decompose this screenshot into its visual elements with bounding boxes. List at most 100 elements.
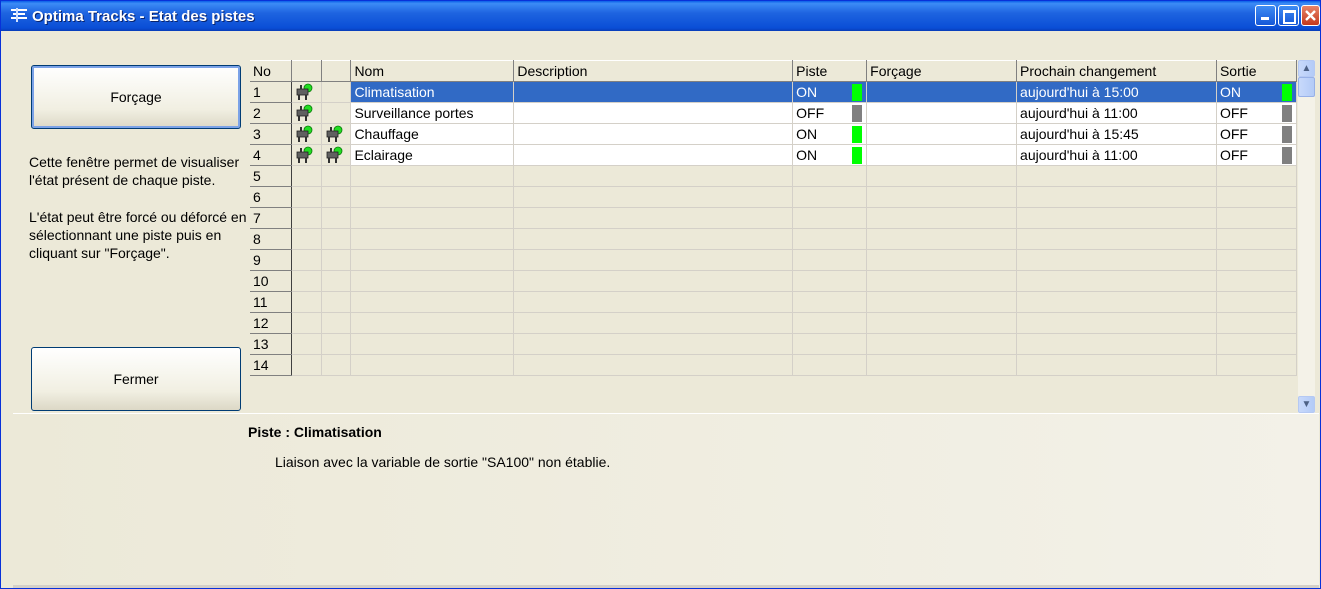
empty-cell[interactable] (792, 333, 868, 355)
empty-cell[interactable] (1016, 291, 1217, 313)
empty-cell[interactable] (792, 354, 868, 376)
table-row[interactable]: 10 (250, 270, 1297, 292)
empty-cell[interactable] (866, 312, 1018, 334)
empty-cell[interactable] (321, 270, 352, 292)
cell-forcage[interactable] (866, 102, 1018, 124)
table-row[interactable]: 12 (250, 312, 1297, 334)
empty-cell[interactable] (350, 354, 515, 376)
empty-cell[interactable] (1016, 186, 1217, 208)
table-row[interactable]: 13 (250, 333, 1297, 355)
fermer-button[interactable]: Fermer (31, 347, 241, 411)
cell-piste[interactable]: ON (792, 123, 868, 145)
empty-cell[interactable] (1016, 165, 1217, 187)
close-button[interactable] (1301, 5, 1320, 26)
empty-cell[interactable] (291, 207, 323, 229)
column-header-nom[interactable]: Nom (350, 60, 515, 82)
empty-cell[interactable] (291, 312, 323, 334)
forcage-button[interactable]: Forçage (31, 65, 241, 129)
cell-description[interactable] (513, 81, 794, 103)
cell-description[interactable] (513, 123, 794, 145)
empty-cell[interactable] (291, 354, 323, 376)
empty-cell[interactable] (321, 186, 352, 208)
table-row[interactable]: 8 (250, 228, 1297, 250)
title-bar[interactable]: Optima Tracks - Etat des pistes (1, 1, 1320, 31)
empty-cell[interactable] (1016, 207, 1217, 229)
empty-cell[interactable] (866, 249, 1018, 271)
empty-cell[interactable] (1216, 165, 1297, 187)
empty-cell[interactable] (291, 270, 323, 292)
table-row[interactable]: 2 Surveillance portes OFF aujourd'hui à 11:… (250, 102, 1297, 124)
empty-cell[interactable] (1216, 249, 1297, 271)
empty-cell[interactable] (866, 333, 1018, 355)
empty-cell[interactable] (350, 207, 515, 229)
empty-cell[interactable] (291, 333, 323, 355)
empty-cell[interactable] (513, 165, 794, 187)
cell-piste[interactable]: ON (792, 81, 868, 103)
cell-prochain[interactable]: aujourd'hui à 11:00 (1016, 102, 1217, 124)
cell-nom[interactable]: Eclairage (350, 144, 515, 166)
cell-nom[interactable]: Chauffage (350, 123, 515, 145)
empty-cell[interactable] (792, 312, 868, 334)
empty-cell[interactable] (866, 186, 1018, 208)
empty-cell[interactable] (1216, 333, 1297, 355)
empty-cell[interactable] (866, 291, 1018, 313)
empty-cell[interactable] (513, 249, 794, 271)
column-header-sortie[interactable]: Sortie (1216, 60, 1297, 82)
maximize-button[interactable] (1278, 5, 1299, 26)
empty-cell[interactable] (513, 333, 794, 355)
empty-cell[interactable] (1016, 249, 1217, 271)
cell-sortie[interactable]: OFF (1216, 102, 1297, 124)
empty-cell[interactable] (321, 312, 352, 334)
empty-cell[interactable] (513, 354, 794, 376)
cell-forcage[interactable] (866, 123, 1018, 145)
empty-cell[interactable] (1216, 207, 1297, 229)
empty-cell[interactable] (866, 354, 1018, 376)
empty-cell[interactable] (792, 270, 868, 292)
table-row[interactable]: 3 Chauffage ON aujourd'hui à 15:45 OFF (250, 123, 1297, 145)
table-row[interactable]: 6 (250, 186, 1297, 208)
empty-cell[interactable] (321, 165, 352, 187)
empty-cell[interactable] (350, 165, 515, 187)
column-header-description[interactable]: Description (513, 60, 794, 82)
empty-cell[interactable] (350, 312, 515, 334)
cell-description[interactable] (513, 144, 794, 166)
empty-cell[interactable] (1216, 354, 1297, 376)
cell-prochain[interactable]: aujourd'hui à 11:00 (1016, 144, 1217, 166)
cell-prochain[interactable]: aujourd'hui à 15:00 (1016, 81, 1217, 103)
empty-cell[interactable] (291, 186, 323, 208)
column-header-piste[interactable]: Piste (792, 60, 868, 82)
empty-cell[interactable] (350, 333, 515, 355)
empty-cell[interactable] (291, 249, 323, 271)
table-row[interactable]: 11 (250, 291, 1297, 313)
empty-cell[interactable] (866, 207, 1018, 229)
scroll-down-icon[interactable]: ▼ (1298, 396, 1315, 413)
empty-cell[interactable] (321, 333, 352, 355)
empty-cell[interactable] (513, 228, 794, 250)
empty-cell[interactable] (792, 249, 868, 271)
empty-cell[interactable] (792, 186, 868, 208)
table-row[interactable]: 4 Eclairage ON aujourd'hui à 11:00 OFF (250, 144, 1297, 166)
empty-cell[interactable] (1216, 228, 1297, 250)
empty-cell[interactable] (513, 312, 794, 334)
scroll-up-icon[interactable]: ▲ (1298, 60, 1315, 77)
empty-cell[interactable] (321, 291, 352, 313)
tracks-grid[interactable]: No Nom Description Piste Forçage Prochai… (250, 60, 1297, 412)
empty-cell[interactable] (350, 228, 515, 250)
empty-cell[interactable] (350, 249, 515, 271)
empty-cell[interactable] (513, 186, 794, 208)
column-header-no[interactable]: No (250, 60, 293, 82)
cell-prochain[interactable]: aujourd'hui à 15:45 (1016, 123, 1217, 145)
empty-cell[interactable] (866, 270, 1018, 292)
empty-cell[interactable] (1016, 333, 1217, 355)
empty-cell[interactable] (792, 291, 868, 313)
minimize-button[interactable] (1255, 5, 1276, 26)
scroll-thumb[interactable] (1298, 77, 1315, 97)
cell-forcage[interactable] (866, 144, 1018, 166)
cell-sortie[interactable]: OFF (1216, 144, 1297, 166)
empty-cell[interactable] (513, 291, 794, 313)
empty-cell[interactable] (291, 228, 323, 250)
table-row[interactable]: 9 (250, 249, 1297, 271)
empty-cell[interactable] (792, 228, 868, 250)
cell-piste[interactable]: OFF (792, 102, 868, 124)
column-header-icon1[interactable] (291, 60, 323, 82)
